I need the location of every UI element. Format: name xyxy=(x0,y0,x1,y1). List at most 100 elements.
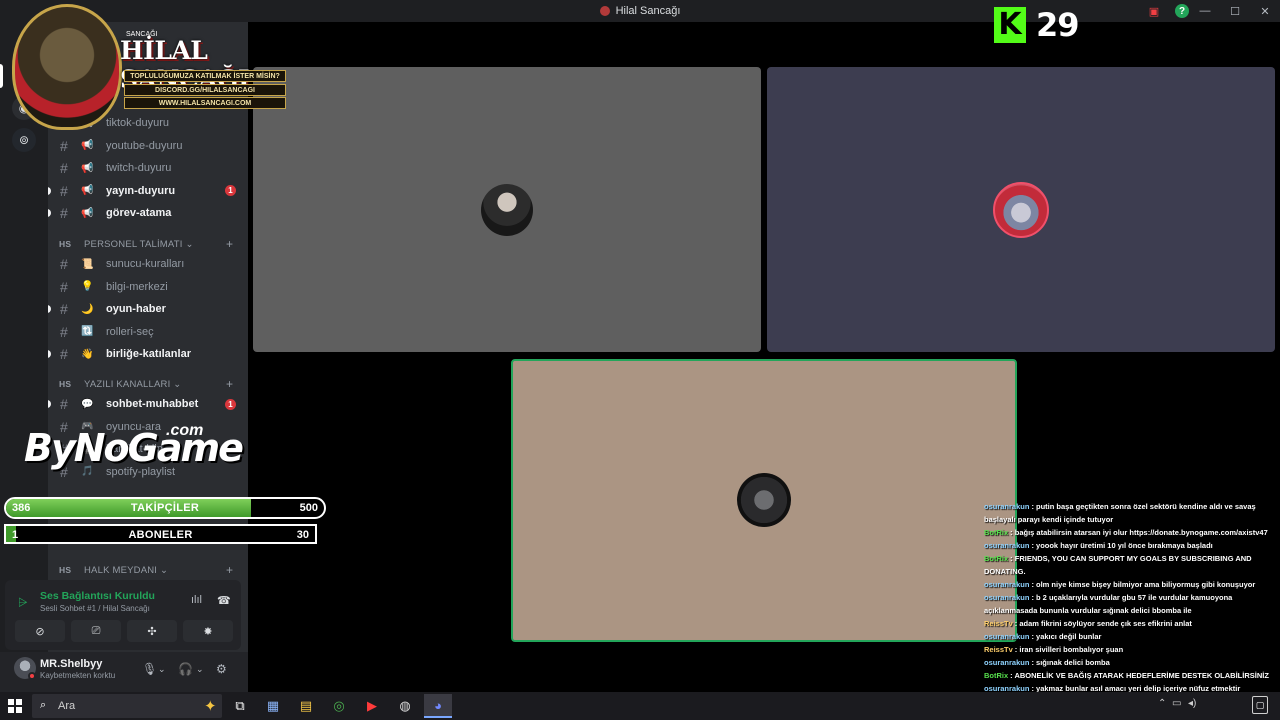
noise-suppression-icon[interactable]: ılıl xyxy=(191,594,202,606)
chat-message: ReissTv: adam fikrini söylüyor sende çık… xyxy=(984,617,1280,630)
text-channel-icon: # xyxy=(60,256,68,272)
chat-username: BotRix xyxy=(984,671,1009,680)
username[interactable]: MR.Shelbyy xyxy=(40,658,102,670)
video-tile-speaking-user[interactable] xyxy=(511,359,1017,642)
voice-channel[interactable]: Sesli Sohbet #1 / Hilal Sancağı xyxy=(40,604,150,613)
chat-message: ReissTv: iran sivilleri bombalıyor şuan xyxy=(984,643,1280,656)
channel-label: birliğe-katılanlar xyxy=(106,348,191,361)
chevron-down-icon[interactable]: ⌄ xyxy=(158,664,166,675)
chat-username: BotRix xyxy=(984,528,1009,537)
tray-arrow-icon[interactable]: ⌃ xyxy=(1158,698,1166,709)
discord-icon[interactable]: ◕ xyxy=(424,694,452,718)
discord-stream-screen: Hilal Sancağı ▣ ? — ☐ ✕ ⬤ ◉ ⊚ #📢tiktok-d… xyxy=(0,0,1280,720)
search-input[interactable]: Ara xyxy=(58,700,75,712)
category-yazili[interactable]: HS YAZILI KANALLARI ⌄ + xyxy=(48,376,248,392)
category-personel[interactable]: HS PERSONEL TALİMATI ⌄ + xyxy=(48,236,248,252)
inbox-icon[interactable]: ▣ xyxy=(1146,3,1162,19)
user-status-text: Kaybetmekten korktu xyxy=(40,671,116,680)
channel-emoji: 📢 xyxy=(81,162,94,174)
channel-label: youtube-duyuru xyxy=(106,139,183,152)
file-explorer-icon[interactable]: ▤ xyxy=(292,694,320,718)
channel-görev-atama[interactable]: # 📢 görev-atama xyxy=(48,202,248,224)
chat-username: ReissTv xyxy=(984,645,1013,654)
kick-logo-icon: K xyxy=(994,7,1026,43)
text-channel-icon: # xyxy=(60,205,68,222)
channel-label: twitch-duyuru xyxy=(106,162,172,175)
mention-badge: 1 xyxy=(225,185,236,197)
disconnect-icon[interactable]: ☎ xyxy=(217,594,231,607)
close-button[interactable]: ✕ xyxy=(1250,0,1280,22)
voice-connection-panel: ⩥ Ses Bağlantısı Kuruldu Sesli Sohbet #1… xyxy=(5,580,241,650)
chrome-icon[interactable]: ◎ xyxy=(325,694,353,718)
followers-goal: 500 xyxy=(299,502,318,514)
taskbar-search[interactable]: ⌕ Ara ✦ xyxy=(32,694,222,718)
channel-yayın-duyuru[interactable]: # 📢 yayın-duyuru 1 xyxy=(48,180,248,202)
channel-twitch-duyuru[interactable]: # 📢 twitch-duyuru xyxy=(48,157,248,179)
channel-rolleri-seç[interactable]: # 🔃 rolleri-seç xyxy=(48,321,248,343)
help-icon[interactable]: ? xyxy=(1175,4,1189,18)
youtube-icon[interactable]: ▶ xyxy=(358,694,386,718)
text-channel-icon: # xyxy=(60,160,68,177)
unread-indicator xyxy=(48,400,51,408)
channel-emoji: 💡 xyxy=(81,281,94,293)
add-channel-icon[interactable]: + xyxy=(226,237,233,251)
settings-gear-icon[interactable]: ⚙ xyxy=(216,662,227,676)
soldier-emblem-icon xyxy=(12,4,122,130)
channel-bilgi-merkezi[interactable]: # 💡 bilgi-merkezi xyxy=(48,276,248,298)
signal-icon[interactable]: ⩥ xyxy=(18,595,28,610)
video-tile-user-2[interactable] xyxy=(767,67,1275,352)
channel-label: oyun-haber xyxy=(106,303,166,316)
activities-button[interactable]: ✣ xyxy=(127,620,177,642)
user-panel: MR.Shelbyy Kaybetmekten korktu 🎙 ⌄ 🎧 ⌄ ⚙ xyxy=(0,652,248,692)
window-title: Hilal Sancağı xyxy=(615,5,681,17)
mention-badge: 1 xyxy=(225,398,236,410)
chat-text: : bağış atabilirsin atarsan iyi olur htt… xyxy=(1010,528,1268,537)
chat-username: osuranrakun xyxy=(984,632,1030,641)
add-channel-icon[interactable]: + xyxy=(226,563,233,577)
task-view-icon[interactable]: ⧉ xyxy=(226,694,254,718)
camera-button[interactable]: ⊘ xyxy=(15,620,65,642)
channel-sohbet-muhabbet[interactable]: # 💬 sohbet-muhabbet 1 xyxy=(48,393,248,415)
voice-status[interactable]: Ses Bağlantısı Kuruldu xyxy=(40,590,155,602)
server-selected-indicator xyxy=(0,64,3,88)
chat-text: : adam fikrini söylüyor sende çık ses ef… xyxy=(1014,619,1192,628)
chat-text: : yakıcı değil bunlar xyxy=(1031,632,1102,641)
network-icon[interactable]: ▭ xyxy=(1172,698,1181,709)
chevron-down-icon[interactable]: ⌄ xyxy=(196,664,204,675)
channel-oyun-haber[interactable]: # 🌙 oyun-haber xyxy=(48,298,248,320)
category-label: YAZILI KANALLARI ⌄ xyxy=(84,378,182,390)
obs-icon[interactable]: ◍ xyxy=(391,694,419,718)
text-channel-icon: # xyxy=(60,323,68,340)
microphone-icon[interactable]: 🎙 xyxy=(142,662,157,676)
chat-username: osuranrakun xyxy=(984,658,1030,667)
chat-message: BotRix: bağış atabilirsin atarsan iyi ol… xyxy=(984,526,1280,539)
server-icon xyxy=(599,6,610,16)
notification-center-icon[interactable]: ▢ xyxy=(1252,696,1268,714)
headphones-icon[interactable]: 🎧 xyxy=(178,662,193,676)
channel-sunucu-kuralları[interactable]: # 📜 sunucu-kuralları xyxy=(48,253,248,275)
channel-birliğe-katılanlar[interactable]: # 👋 birliğe-katılanlar xyxy=(48,343,248,365)
store-icon[interactable]: ▦ xyxy=(259,694,287,718)
screen-share-button[interactable]: ⎚ xyxy=(71,620,121,642)
minimize-button[interactable]: — xyxy=(1190,0,1220,22)
chat-message: osuranrakun: yakıcı değil bunlar xyxy=(984,630,1280,643)
chat-text: : sığınak delici bomba xyxy=(1031,658,1110,667)
chat-message: osuranrakun: olm niye kimse bişey bilmiy… xyxy=(984,578,1280,591)
channel-label: bilgi-merkezi xyxy=(106,280,168,293)
volume-icon[interactable]: ◂) xyxy=(1188,698,1196,709)
stream-chat-overlay: osuranrakun: putin başa geçtikten sonra … xyxy=(984,500,1280,695)
windows-start-icon[interactable] xyxy=(8,699,22,713)
maximize-button[interactable]: ☐ xyxy=(1220,0,1250,22)
channel-emoji: 💬 xyxy=(81,398,94,410)
chat-message: BotRix: FRIENDS, YOU CAN SUPPORT MY GOAL… xyxy=(984,552,1280,578)
unread-indicator xyxy=(48,305,51,314)
soundboard-button[interactable]: ✸ xyxy=(183,620,233,642)
video-tile-user-1[interactable] xyxy=(253,67,761,352)
channel-youtube-duyuru[interactable]: # 📢 youtube-duyuru xyxy=(48,135,248,157)
banner-website: WWW.HILALSANCAGI.COM xyxy=(124,97,286,109)
kick-viewer-counter: K 29 xyxy=(994,6,1080,44)
add-channel-icon[interactable]: + xyxy=(226,377,233,391)
subscribers-goal: 30 xyxy=(296,529,309,541)
category-halk-meydani[interactable]: HS HALK MEYDANI ⌄ + xyxy=(48,562,248,578)
text-channel-icon: # xyxy=(60,182,68,199)
